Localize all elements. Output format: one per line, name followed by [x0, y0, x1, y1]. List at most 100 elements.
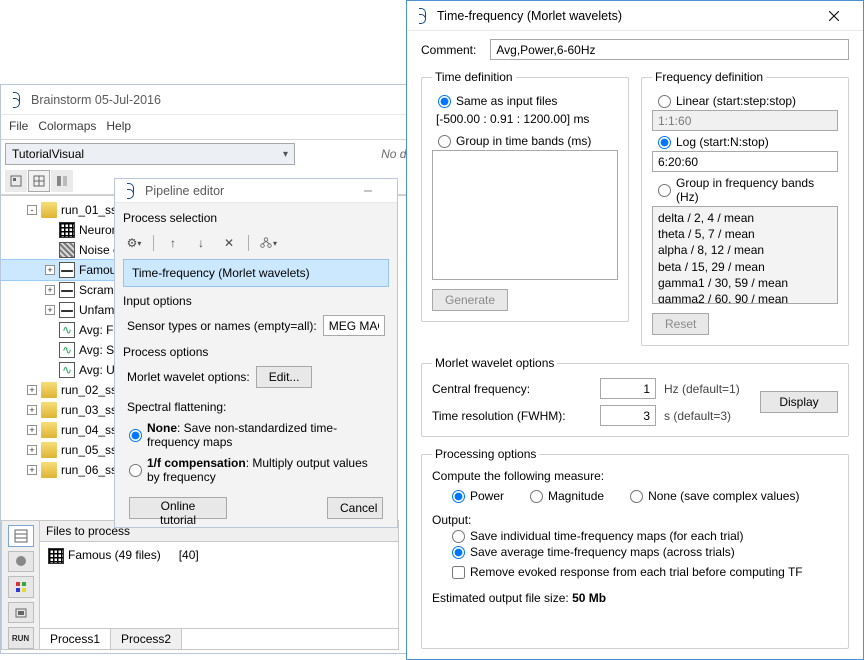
- process-list-item[interactable]: Time-frequency (Morlet wavelets): [123, 259, 389, 287]
- input-options-label: Input options: [123, 294, 389, 308]
- main-title: Brainstorm 05-Jul-2016: [29, 93, 418, 107]
- processing-options-legend: Processing options: [432, 447, 539, 461]
- measure-power-radio[interactable]: [452, 490, 465, 503]
- run-button[interactable]: RUN: [8, 627, 34, 649]
- edit-button[interactable]: Edit...: [256, 366, 313, 388]
- files-item: Famous (49 files): [68, 548, 161, 562]
- sensor-types-input[interactable]: [323, 315, 385, 336]
- output-size-value: 50 Mb: [572, 591, 606, 605]
- process-selection-label: Process selection: [123, 211, 389, 225]
- online-tutorial-button[interactable]: Online tutorial: [129, 497, 227, 519]
- signal-icon: [59, 362, 75, 378]
- measure-none-radio[interactable]: [630, 490, 643, 503]
- tree-expander[interactable]: -: [27, 205, 37, 215]
- output-average-radio[interactable]: [452, 546, 465, 559]
- tree-expander[interactable]: +: [27, 465, 37, 475]
- output-individual-label: Save individual time-frequency maps (for…: [470, 529, 743, 543]
- time-range-label: [-500.00 : 0.91 : 1200.00] ms: [432, 110, 618, 132]
- freq-linear-label: Linear (start:step:stop): [676, 94, 796, 108]
- time-res-label: Time resolution (FWHM):: [432, 409, 592, 423]
- brainstorm-logo-icon: [123, 183, 139, 199]
- pipeline-titlebar[interactable]: Pipeline editor: [115, 179, 397, 203]
- freq-linear-radio[interactable]: [658, 95, 671, 108]
- tree-expander[interactable]: +: [27, 445, 37, 455]
- measure-power-label: Power: [470, 489, 504, 503]
- process-options-label: Process options: [123, 345, 389, 359]
- spectral-flattening-label: Spectral flattening:: [127, 400, 226, 414]
- strip-btn-4[interactable]: [8, 602, 34, 624]
- output-individual-radio[interactable]: [452, 530, 465, 543]
- freq-log-radio[interactable]: [658, 136, 671, 149]
- output-average-label: Save average time-frequency maps (across…: [470, 545, 735, 559]
- processing-options-group: Processing options Compute the following…: [421, 447, 849, 649]
- tab-process1[interactable]: Process1: [40, 629, 111, 649]
- time-frequency-dialog: Time-frequency (Morlet wavelets) Comment…: [406, 0, 864, 660]
- close-button[interactable]: [813, 1, 855, 30]
- project-selector[interactable]: TutorialVisual ▾: [5, 143, 295, 165]
- tree-expander[interactable]: +: [27, 425, 37, 435]
- strip-btn-2[interactable]: [8, 551, 34, 573]
- comment-input[interactable]: [490, 39, 849, 60]
- tf-title: Time-frequency (Morlet wavelets): [435, 9, 813, 23]
- central-freq-input[interactable]: [600, 378, 656, 399]
- freq-group-radio[interactable]: [658, 184, 671, 197]
- tree-expander[interactable]: +: [45, 305, 55, 315]
- tree-expander[interactable]: +: [45, 265, 55, 275]
- menu-help[interactable]: Help: [106, 119, 131, 133]
- time-group-radio[interactable]: [438, 135, 451, 148]
- freq-log-input[interactable]: [652, 151, 838, 172]
- minimize-button[interactable]: [347, 179, 389, 202]
- morlet-options-label: Morlet wavelet options:: [127, 370, 250, 384]
- gear-icon[interactable]: ⚙▾: [125, 234, 143, 252]
- delete-button[interactable]: ✕: [220, 234, 238, 252]
- files-list[interactable]: Famous (49 files) [40]: [40, 542, 398, 628]
- measure-none-label: None (save complex values): [648, 489, 799, 503]
- measure-magnitude-radio[interactable]: [530, 490, 543, 503]
- folder-icon: [41, 462, 57, 478]
- tree-expander[interactable]: +: [27, 385, 37, 395]
- central-freq-unit: Hz (default=1): [664, 382, 740, 396]
- remove-evoked-checkbox[interactable]: [452, 566, 465, 579]
- freq-definition-legend: Frequency definition: [652, 70, 766, 84]
- strip-btn-3[interactable]: [8, 576, 34, 598]
- time-same-label: Same as input files: [456, 94, 557, 108]
- menu-colormaps[interactable]: Colormaps: [38, 119, 96, 133]
- time-res-input[interactable]: [600, 405, 656, 426]
- morlet-options-legend: Morlet wavelet options: [432, 356, 557, 370]
- generate-button[interactable]: Generate: [432, 289, 508, 311]
- folder-icon: [41, 402, 57, 418]
- flatten-1f-radio[interactable]: [129, 464, 142, 477]
- noise-icon: [59, 242, 75, 258]
- central-freq-label: Central frequency:: [432, 382, 592, 396]
- pipeline-load-button[interactable]: ▾: [259, 234, 277, 252]
- file-type-strip: RUN: [1, 520, 39, 650]
- time-definition-group: Time definition Same as input files [-50…: [421, 70, 629, 322]
- tf-titlebar[interactable]: Time-frequency (Morlet wavelets): [407, 1, 863, 31]
- folder-icon: [41, 202, 57, 218]
- reset-button[interactable]: Reset: [652, 313, 709, 335]
- time-definition-legend: Time definition: [432, 70, 516, 84]
- matrix-icon: [59, 222, 75, 238]
- cancel-button[interactable]: Cancel: [327, 497, 383, 519]
- view1-button[interactable]: [5, 170, 27, 192]
- flatten-none-radio[interactable]: [129, 429, 142, 442]
- tree-expander[interactable]: +: [45, 285, 55, 295]
- files-count: [40]: [179, 548, 199, 622]
- tab-process2[interactable]: Process2: [111, 629, 182, 649]
- tree-expander[interactable]: +: [27, 405, 37, 415]
- move-down-button[interactable]: ↓: [192, 234, 210, 252]
- freq-log-label: Log (start:N:stop): [676, 135, 769, 149]
- time-same-radio[interactable]: [438, 95, 451, 108]
- view2-button[interactable]: [28, 170, 50, 192]
- remove-evoked-label: Remove evoked response from each trial b…: [470, 565, 803, 579]
- freq-bands-textarea[interactable]: delta / 2, 4 / mean theta / 5, 7 / mean …: [652, 206, 838, 304]
- time-bands-textarea[interactable]: [432, 150, 618, 280]
- strip-btn-1[interactable]: [8, 525, 34, 547]
- freq-group-label: Group in frequency bands (Hz): [676, 176, 832, 204]
- output-size-label: Estimated output file size:: [432, 591, 572, 605]
- morlet-options-group: Morlet wavelet options Central frequency…: [421, 356, 849, 437]
- move-up-button[interactable]: ↑: [164, 234, 182, 252]
- menu-file[interactable]: File: [9, 119, 28, 133]
- display-button[interactable]: Display: [760, 391, 838, 413]
- view3-button[interactable]: [51, 170, 73, 192]
